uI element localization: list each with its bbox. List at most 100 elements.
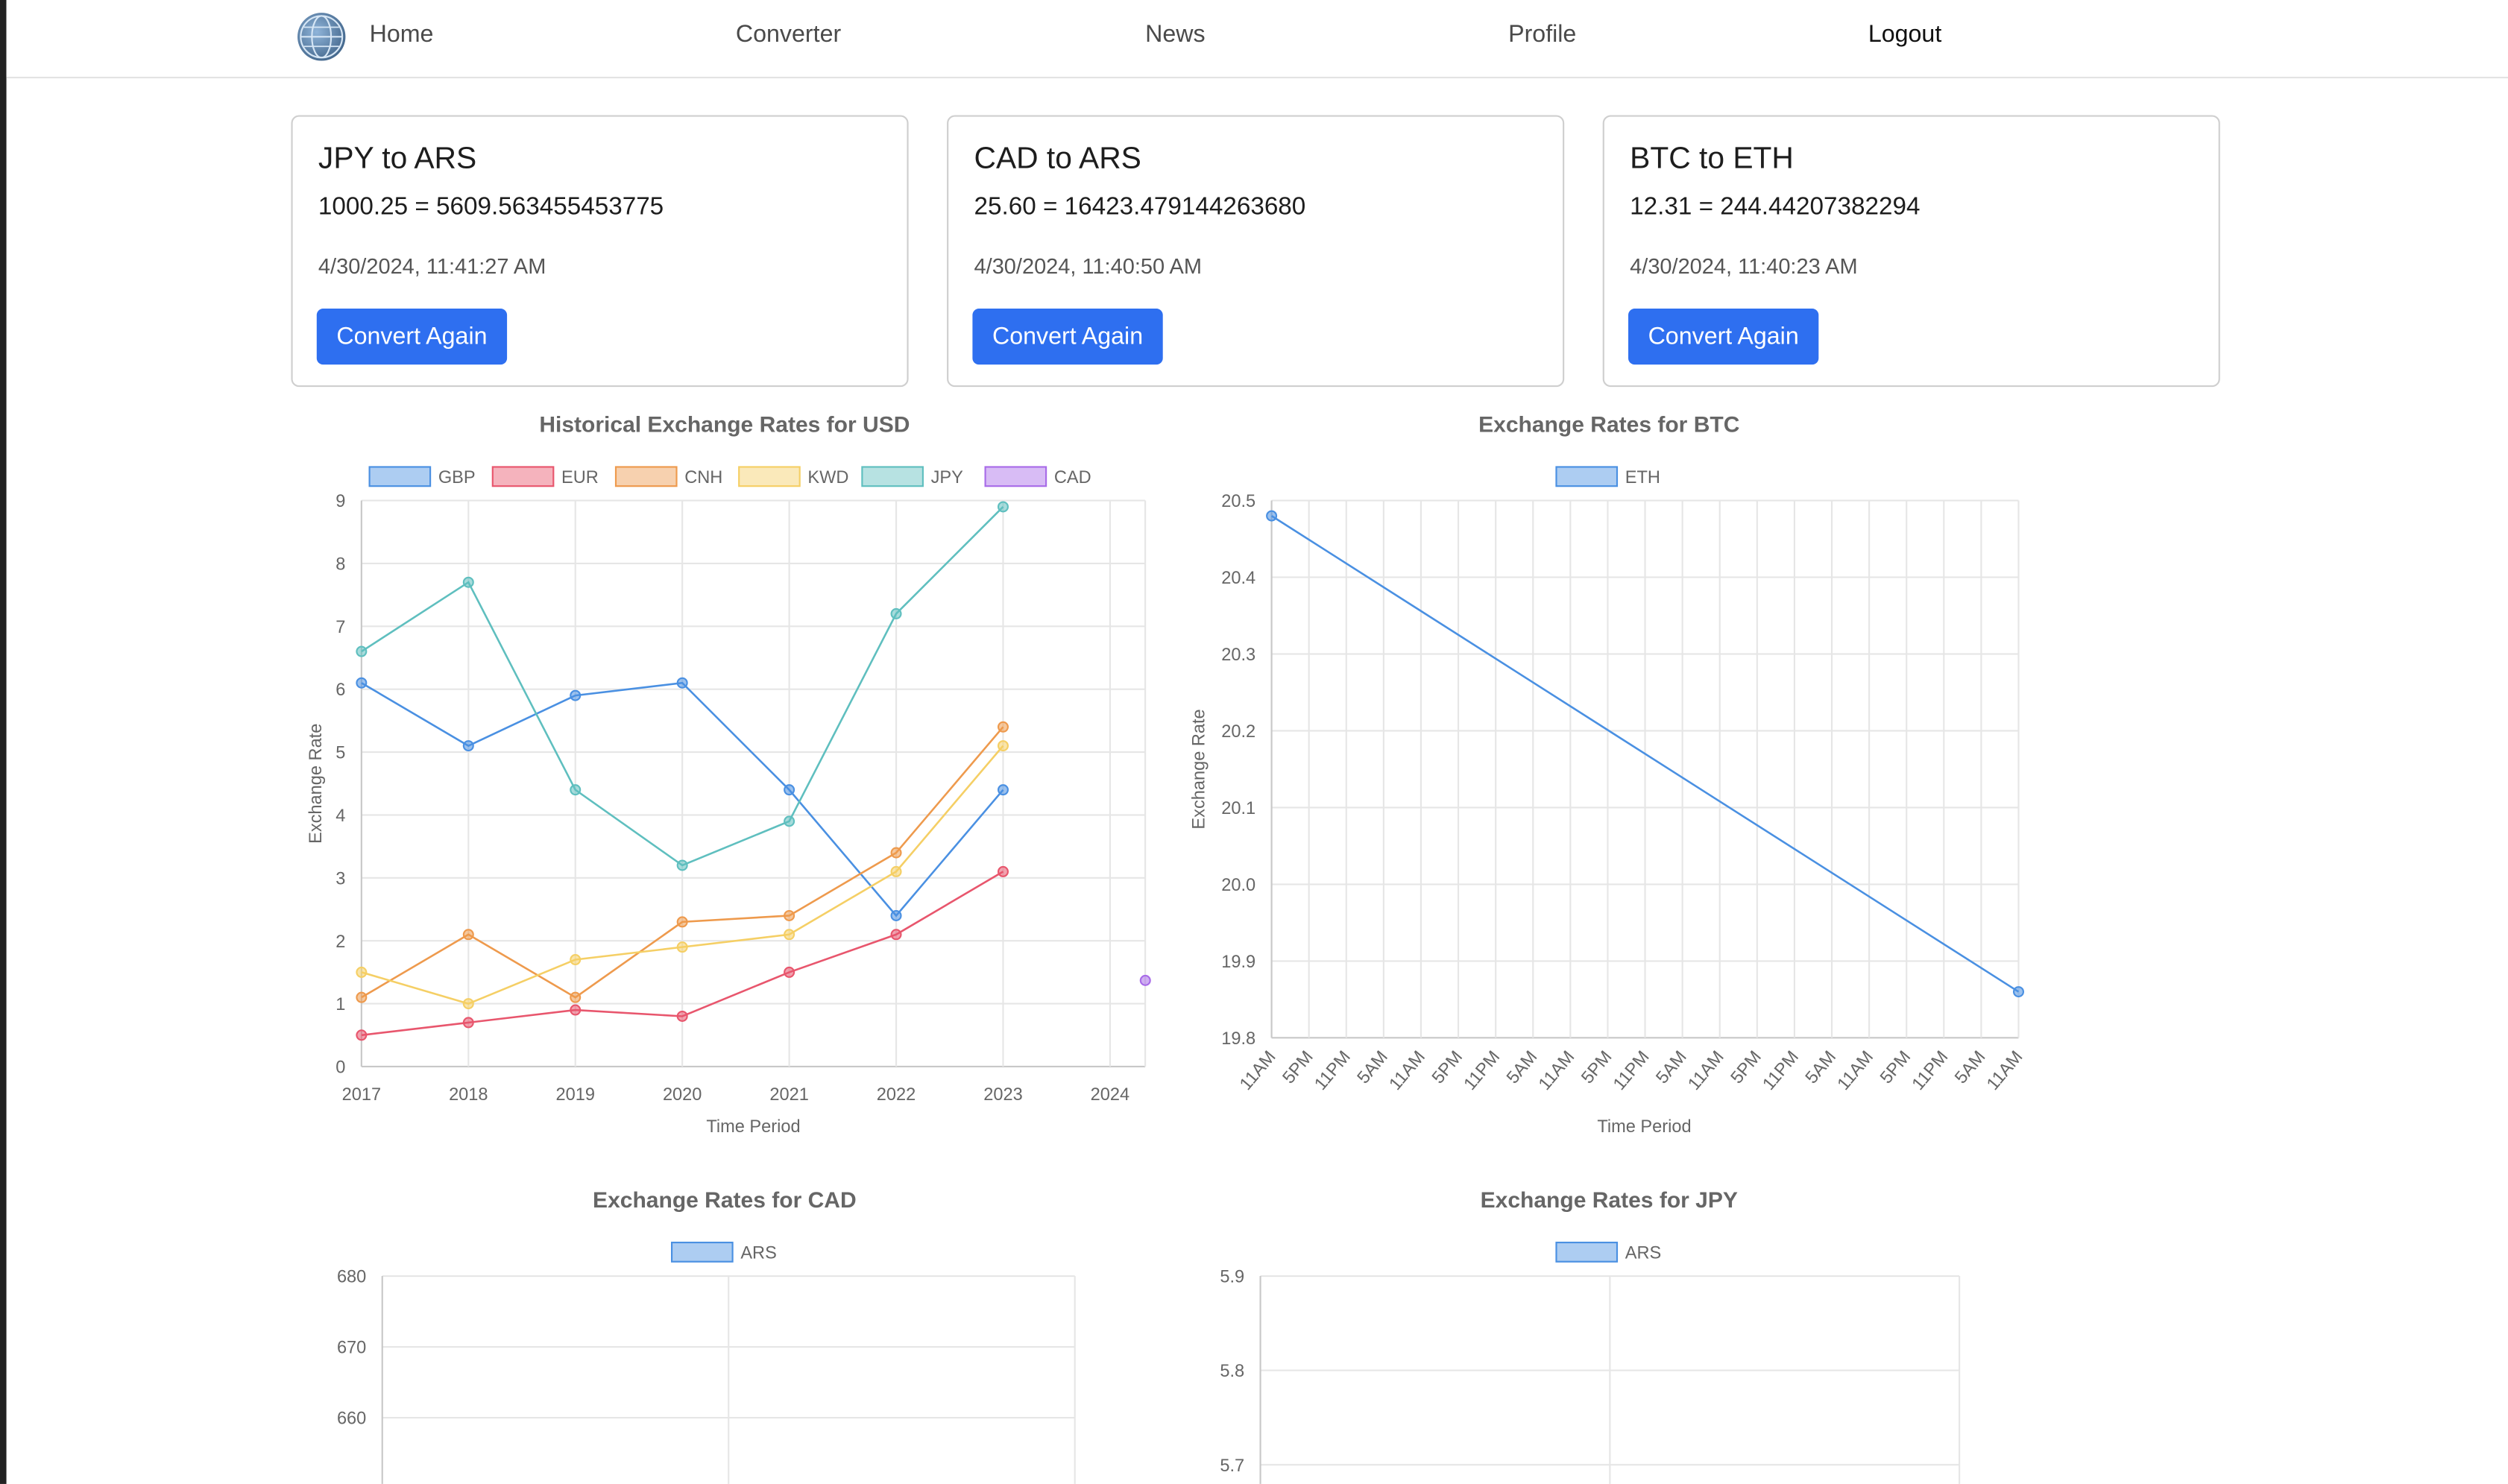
data-point <box>570 1004 582 1016</box>
y-tick-label: 4 <box>335 806 345 825</box>
data-point <box>676 916 688 928</box>
data-point <box>784 909 795 921</box>
data-point <box>784 966 795 978</box>
data-point <box>676 677 688 689</box>
data-point <box>1139 974 1151 986</box>
x-tick-label: 11AM <box>1385 1047 1428 1094</box>
data-point <box>784 784 795 796</box>
data-point <box>570 991 582 1003</box>
y-tick-label: 1 <box>335 994 345 1014</box>
x-tick-label: 2024 <box>1091 1084 1129 1104</box>
data-point <box>676 859 688 871</box>
legend-swatch <box>670 1241 734 1263</box>
legend-label: ARS <box>740 1243 776 1262</box>
data-point <box>997 865 1009 877</box>
legend-label: GBP <box>438 467 476 487</box>
x-axis-label: Time Period <box>706 1117 800 1136</box>
data-point <box>784 815 795 827</box>
data-point <box>890 909 902 921</box>
chart-title: Exchange Rates for JPY <box>1481 1188 1738 1213</box>
y-tick-label: 20.5 <box>1221 491 1255 511</box>
data-point <box>462 576 474 588</box>
y-tick-label: 20.4 <box>1221 568 1255 587</box>
x-tick-label: 2018 <box>449 1084 488 1104</box>
x-tick-label: 11AM <box>1235 1047 1279 1094</box>
y-tick-label: 20.1 <box>1221 798 1255 818</box>
x-tick-label: 11PM <box>1609 1047 1652 1094</box>
chart-title: Exchange Rates for BTC <box>1478 412 1739 437</box>
x-tick-label: 2019 <box>556 1084 595 1104</box>
y-tick-label: 9 <box>335 491 345 511</box>
y-tick-label: 3 <box>335 868 345 888</box>
x-tick-label: 11PM <box>1908 1047 1951 1094</box>
x-axis-label: Time Period <box>1597 1117 1691 1136</box>
x-tick-label: 11PM <box>1759 1047 1802 1094</box>
data-point <box>997 740 1009 752</box>
legend-swatch <box>491 466 555 487</box>
legend-swatch <box>1555 466 1619 487</box>
y-tick-label: 20.0 <box>1221 875 1255 894</box>
legend-swatch <box>738 466 801 487</box>
chart-title: Exchange Rates for CAD <box>593 1188 857 1213</box>
chart-title: Historical Exchange Rates for USD <box>539 412 910 437</box>
x-tick-label: 2021 <box>769 1084 808 1104</box>
data-point <box>356 1029 368 1041</box>
y-tick-label: 8 <box>335 554 345 573</box>
x-tick-label: 2020 <box>663 1084 702 1104</box>
legend-label: JPY <box>931 467 964 487</box>
y-tick-label: 20.2 <box>1221 722 1255 741</box>
x-tick-label: 2023 <box>983 1084 1022 1104</box>
y-tick-label: 6 <box>335 680 345 699</box>
legend-swatch <box>368 466 432 487</box>
data-point <box>570 689 582 701</box>
data-point <box>356 677 368 689</box>
y-tick-label: 0 <box>335 1058 345 1077</box>
data-point <box>676 1010 688 1022</box>
legend-swatch <box>984 466 1047 487</box>
x-tick-label: 11AM <box>1684 1047 1727 1094</box>
legend-label: CAD <box>1054 467 1091 487</box>
data-point <box>356 966 368 978</box>
x-tick-label: 2017 <box>342 1084 381 1104</box>
y-tick-label: 660 <box>337 1409 366 1428</box>
x-tick-label: 11AM <box>1534 1047 1578 1094</box>
data-point <box>890 607 902 619</box>
x-tick-label: 11AM <box>1833 1047 1877 1094</box>
y-tick-label: 670 <box>337 1338 366 1357</box>
legend-label: KWD <box>807 467 848 487</box>
legend-label: EUR <box>561 467 599 487</box>
legend-swatch <box>861 466 924 487</box>
y-tick-label: 5.7 <box>1220 1456 1244 1475</box>
x-tick-label: 2022 <box>877 1084 916 1104</box>
y-tick-label: 5.8 <box>1220 1361 1244 1380</box>
x-tick-label: 11PM <box>1460 1047 1503 1094</box>
y-tick-label: 20.3 <box>1221 645 1255 664</box>
data-point <box>2012 986 2025 998</box>
data-point <box>997 721 1009 733</box>
data-point <box>1266 510 1278 522</box>
data-point <box>890 847 902 859</box>
legend-label: ETH <box>1625 467 1660 487</box>
y-tick-label: 19.9 <box>1221 952 1255 971</box>
data-point <box>890 865 902 877</box>
data-point <box>356 645 368 657</box>
y-axis-label: Exchange Rate <box>306 724 325 844</box>
data-point <box>784 929 795 941</box>
data-point <box>997 501 1009 513</box>
y-tick-label: 7 <box>335 617 345 637</box>
data-point <box>570 954 582 966</box>
data-point <box>570 784 582 796</box>
y-axis-label: Exchange Rate <box>1188 709 1208 829</box>
x-tick-label: 11PM <box>1311 1047 1354 1094</box>
y-tick-label: 680 <box>337 1267 366 1286</box>
y-tick-label: 5 <box>335 743 345 762</box>
y-tick-label: 2 <box>335 932 345 951</box>
legend-swatch <box>1555 1241 1619 1263</box>
data-point <box>356 991 368 1003</box>
data-point <box>676 941 688 953</box>
legend-swatch <box>614 466 678 487</box>
data-point <box>997 784 1009 796</box>
usd-history-chart: Historical Exchange Rates for USD GBP EUR C… <box>306 412 2026 1484</box>
data-point <box>462 929 474 941</box>
data-point <box>462 1017 474 1029</box>
